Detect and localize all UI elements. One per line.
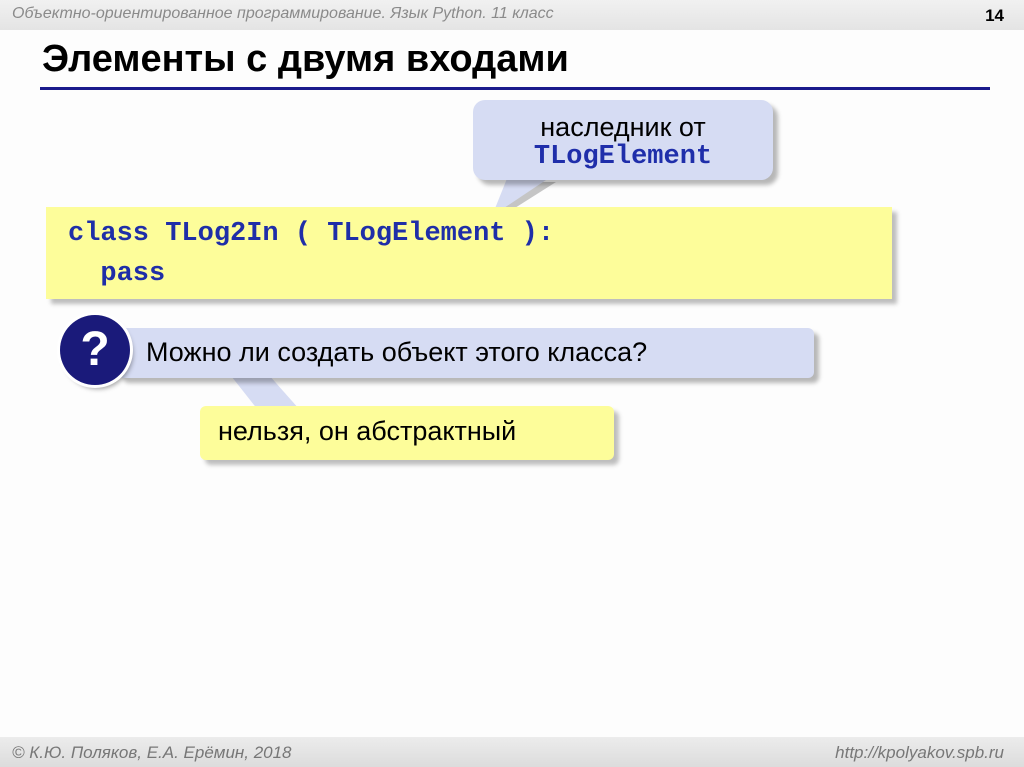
copyright-text: © К.Ю. Поляков, Е.А. Ерёмин, 2018 [12,743,292,762]
question-text: Можно ли создать объект этого класса? [146,337,648,367]
slide: Объектно-ориентированное программировани… [0,0,1024,767]
code-line-2: pass [68,259,166,289]
code-line-1: class TLog2In ( TLogElement ): [68,219,555,249]
course-title: Объектно-ориентированное программировани… [12,5,554,22]
code-block: class TLog2In ( TLogElement ): pass [46,207,892,299]
callout-text: наследник от [540,112,706,142]
inheritance-callout: наследник от TLogElement [473,100,773,180]
question-box: Можно ли создать объект этого класса? [118,328,814,378]
slide-title: Элементы с двумя входами [42,38,569,80]
title-underline [40,87,990,90]
footer-bar: © К.Ю. Поляков, Е.А. Ерёмин, 2018 http:/… [0,737,1024,767]
footer-url[interactable]: http://kpolyakov.spb.ru [835,743,1004,763]
answer-text: нельзя, он абстрактный [218,416,517,446]
callout-class-name: TLogElement [533,142,713,172]
question-mark-icon: ? [60,315,130,385]
answer-box: нельзя, он абстрактный [200,406,614,460]
header-bar: Объектно-ориентированное программировани… [0,0,1024,30]
slide-number: 14 [985,6,1004,25]
